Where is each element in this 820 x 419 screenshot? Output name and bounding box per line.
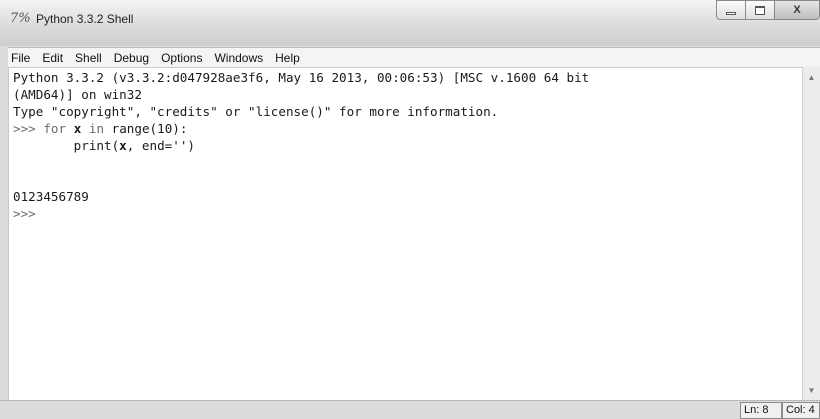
minimize-button[interactable] (716, 0, 746, 20)
shell-text: Type "copyright", "credits" or "license(… (13, 104, 499, 119)
shell-text: Python 3.3.2 (v3.3.2:d047928ae3f6, May 1… (13, 70, 590, 85)
minimize-icon (726, 11, 736, 15)
shell-text: 0123456789 (13, 189, 89, 204)
menu-help[interactable]: Help (269, 48, 306, 68)
scroll-down-arrow-icon[interactable]: ▼ (803, 382, 820, 399)
shell-line: (AMD64)] on win32 (13, 86, 589, 103)
idle-shell-window: 7% Python 3.3.2 Shell X File Edit Shell … (0, 0, 820, 419)
shell-text: in (81, 121, 112, 136)
shell-output: Python 3.3.2 (v3.3.2:d047928ae3f6, May 1… (9, 69, 589, 222)
shell-line (13, 154, 589, 171)
title-bar[interactable]: 7% Python 3.3.2 Shell X (0, 0, 820, 46)
window-controls: X (716, 0, 820, 22)
shell-text: print( (13, 138, 120, 153)
shell-line: 0123456789 (13, 188, 589, 205)
menu-debug[interactable]: Debug (108, 48, 155, 68)
shell-line: >>> (13, 205, 589, 222)
shell-line: Python 3.3.2 (v3.3.2:d047928ae3f6, May 1… (13, 69, 589, 86)
menu-options[interactable]: Options (155, 48, 208, 68)
shell-line (13, 171, 589, 188)
shell-text: (AMD64)] on win32 (13, 87, 142, 102)
shell-text: for (43, 121, 74, 136)
menu-windows[interactable]: Windows (208, 48, 269, 68)
close-icon: X (793, 4, 801, 16)
maximize-icon (755, 5, 765, 15)
close-button[interactable]: X (774, 0, 820, 20)
menu-file[interactable]: File (8, 48, 36, 68)
menu-shell[interactable]: Shell (69, 48, 108, 68)
menu-bar: File Edit Shell Debug Options Windows He… (8, 47, 820, 68)
idle-logo-icon: 7% (10, 11, 31, 26)
shell-text: , end='') (126, 138, 195, 153)
scroll-up-arrow-icon[interactable]: ▲ (803, 69, 820, 86)
shell-text-area[interactable]: Python 3.3.2 (v3.3.2:d047928ae3f6, May 1… (8, 67, 802, 400)
status-bar: Ln: 8 Col: 4 (0, 400, 820, 419)
menu-edit[interactable]: Edit (36, 48, 69, 68)
vertical-scrollbar[interactable]: ▲ ▼ (802, 67, 820, 400)
status-column-number: Col: 4 (782, 402, 820, 419)
maximize-button[interactable] (745, 0, 775, 20)
shell-prompt: >>> (13, 121, 44, 136)
shell-line: Type "copyright", "credits" or "license(… (13, 103, 589, 120)
window-title: Python 3.3.2 Shell (36, 12, 134, 26)
shell-line: >>> for x in range(10): (13, 120, 589, 137)
shell-line: print(x, end='') (13, 137, 589, 154)
shell-text: range(10): (111, 121, 188, 136)
shell-prompt: >>> (13, 206, 36, 221)
shell-text: x (119, 138, 127, 153)
status-line-number: Ln: 8 (740, 402, 782, 419)
